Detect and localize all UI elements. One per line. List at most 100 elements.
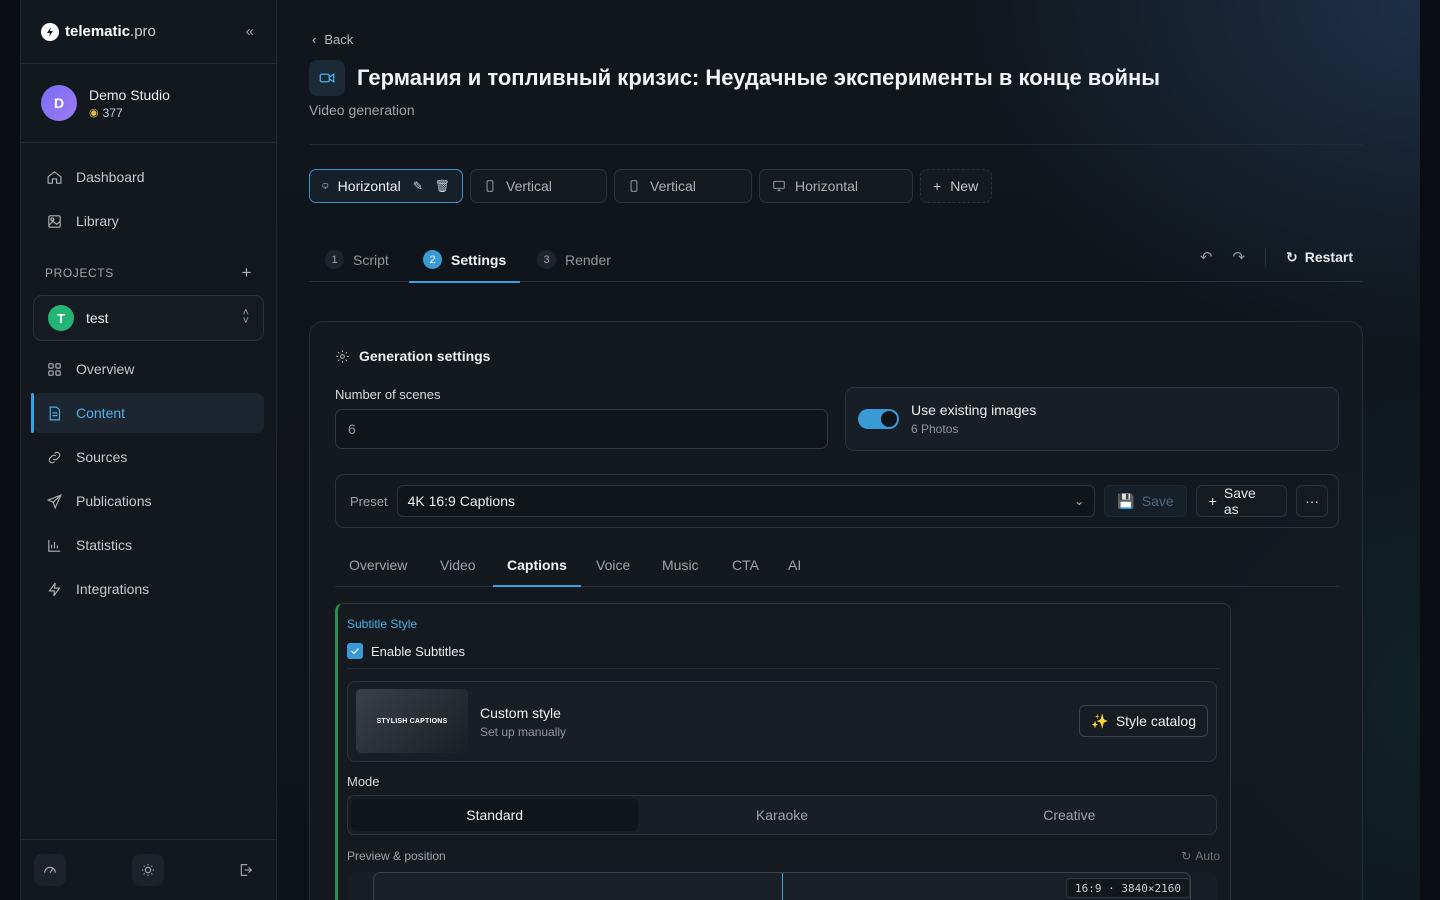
preview-canvas[interactable]: 16:9 · 3840×2160	[373, 872, 1191, 900]
nav-content[interactable]: Content	[31, 393, 264, 433]
tab-overview[interactable]: Overview	[349, 543, 407, 586]
enable-subtitles-label: Enable Subtitles	[371, 643, 465, 659]
speed-button[interactable]	[34, 854, 66, 886]
logo-text: telematic	[65, 23, 131, 40]
preview-area: 16:9 · 3840×2160	[347, 872, 1217, 900]
settings-tabs: Overview Video Captions Voice Music CTA …	[335, 543, 1339, 587]
image-icon	[48, 214, 61, 228]
preset-row: Preset 4K 16:9 Captions ⌄ 💾 Save + Save …	[335, 474, 1339, 528]
format-tab-horizontal-1[interactable]: Horizontal ✎ 🗑	[309, 169, 463, 203]
caption-style-card: STYLISH CAPTIONS Custom style Set up man…	[347, 681, 1217, 762]
undo-icon[interactable]: ↶	[1200, 248, 1213, 266]
trash-icon[interactable]: 🗑	[435, 179, 450, 193]
existing-images-panel: Use existing images 6 Photos	[845, 387, 1339, 451]
projects-heading: PROJECTS +	[21, 263, 276, 283]
sidebar-footer	[21, 839, 276, 900]
nav-overview[interactable]: Overview	[33, 349, 264, 389]
nav-library[interactable]: Library	[33, 201, 264, 241]
nav-label: Statistics	[76, 537, 133, 553]
nav-publications[interactable]: Publications	[33, 481, 264, 521]
tab-video[interactable]: Video	[440, 543, 476, 586]
auto-position-button[interactable]: ↻ Auto	[1181, 849, 1220, 863]
add-project-icon[interactable]: +	[241, 263, 252, 283]
step-number: 2	[423, 250, 442, 269]
step-settings[interactable]: 2 Settings	[408, 238, 521, 283]
studio-switcher[interactable]: D Demo Studio ◉ 377	[21, 64, 276, 143]
chevron-down-icon: ⌄	[1074, 494, 1085, 508]
tab-ai[interactable]: AI	[788, 543, 801, 586]
redo-icon[interactable]: ↷	[1232, 248, 1245, 266]
preset-select[interactable]: 4K 16:9 Captions ⌄	[396, 485, 1096, 517]
format-tab-vertical-2[interactable]: Vertical	[614, 169, 752, 203]
mode-creative[interactable]: Creative	[926, 799, 1213, 831]
format-tab-vertical-1[interactable]: Vertical	[470, 169, 607, 203]
mode-label: Mode	[347, 774, 380, 789]
logo[interactable]: telematic.pro	[41, 22, 156, 41]
nav-integrations[interactable]: Integrations	[33, 569, 264, 609]
pencil-icon[interactable]: ✎	[413, 179, 423, 193]
mode-karaoke[interactable]: Karaoke	[638, 799, 925, 831]
tab-captions[interactable]: Captions	[493, 543, 581, 587]
studio-credits: ◉ 377	[89, 106, 170, 120]
enable-subtitles-checkbox[interactable]	[347, 643, 363, 659]
auto-label: Auto	[1195, 849, 1220, 863]
theme-toggle[interactable]	[132, 854, 164, 886]
logout-button[interactable]	[230, 854, 262, 886]
mode-standard[interactable]: Standard	[351, 799, 639, 831]
generation-settings-card: Generation settings Number of scenes 6 U…	[309, 321, 1363, 900]
tab-music[interactable]: Music	[662, 543, 699, 586]
coins-icon: ◉	[89, 107, 99, 119]
new-format-button[interactable]: + New	[920, 169, 992, 203]
format-label: Horizontal	[337, 178, 401, 194]
gauge-icon	[44, 866, 56, 873]
style-catalog-button[interactable]: ✨ Style catalog	[1079, 705, 1208, 737]
resolution-badge: 16:9 · 3840×2160	[1066, 878, 1190, 898]
step-number: 1	[325, 250, 344, 269]
step-label: Script	[353, 251, 389, 268]
scenes-input[interactable]: 6	[335, 409, 828, 449]
studio-avatar: D	[41, 85, 77, 121]
save-as-button[interactable]: + Save as	[1195, 485, 1288, 517]
title-row: Германия и топливный кризис: Неудачные э…	[309, 60, 1160, 96]
preset-label: Preset	[350, 493, 388, 509]
logo-icon	[41, 22, 59, 41]
captions-panel: Subtitle Style Enable Subtitles STYLISH …	[335, 603, 1231, 900]
restart-button[interactable]: ↻ Restart	[1286, 249, 1353, 266]
credits-value: 377	[102, 105, 123, 120]
nav-label: Publications	[76, 493, 152, 509]
collapse-sidebar-icon[interactable]: «	[246, 23, 254, 40]
project-selector[interactable]: T test ˄ ˅	[33, 295, 264, 341]
step-tabs: 1 Script 2 Settings 3 Render ↶ ↷ ↻ Resta…	[309, 238, 1363, 283]
nav-statistics[interactable]: Statistics	[33, 525, 264, 565]
video-camera-icon	[309, 60, 345, 96]
phone-icon	[486, 180, 494, 192]
format-label: Vertical	[506, 178, 552, 194]
step-render[interactable]: 3 Render	[537, 238, 611, 281]
back-link[interactable]: ‹ Back	[312, 32, 353, 47]
window-edge-right	[1420, 0, 1440, 900]
logo-row: telematic.pro «	[21, 0, 276, 64]
nav-label: Sources	[76, 449, 128, 465]
save-preset-button[interactable]: 💾 Save	[1104, 485, 1187, 517]
step-actions: ↶ ↷ ↻ Restart	[1200, 248, 1353, 266]
plus-icon: +	[1208, 493, 1217, 509]
nav-sources[interactable]: Sources	[33, 437, 264, 477]
existing-images-toggle[interactable]	[858, 409, 899, 429]
nav-label: Content	[76, 405, 126, 421]
link-icon	[48, 451, 61, 463]
logout-icon	[240, 864, 253, 876]
back-label: Back	[324, 32, 354, 47]
format-tabs: Horizontal ✎ 🗑 Vertical Vertical Horizon…	[309, 169, 992, 203]
project-name: test	[86, 310, 109, 326]
tab-voice[interactable]: Voice	[596, 543, 630, 586]
tab-cta[interactable]: CTA	[732, 543, 759, 586]
center-guide	[782, 873, 783, 900]
more-options-button[interactable]: ···	[1296, 485, 1328, 517]
step-script[interactable]: 1 Script	[325, 238, 389, 281]
format-tab-horizontal-2[interactable]: Horizontal	[759, 169, 913, 203]
refresh-icon: ↻	[1286, 248, 1298, 265]
monitor-icon	[322, 183, 329, 189]
restart-label: Restart	[1304, 249, 1353, 265]
nav-dashboard[interactable]: Dashboard	[33, 157, 264, 197]
project-nav: Overview Content Sources Publications St…	[21, 349, 276, 609]
